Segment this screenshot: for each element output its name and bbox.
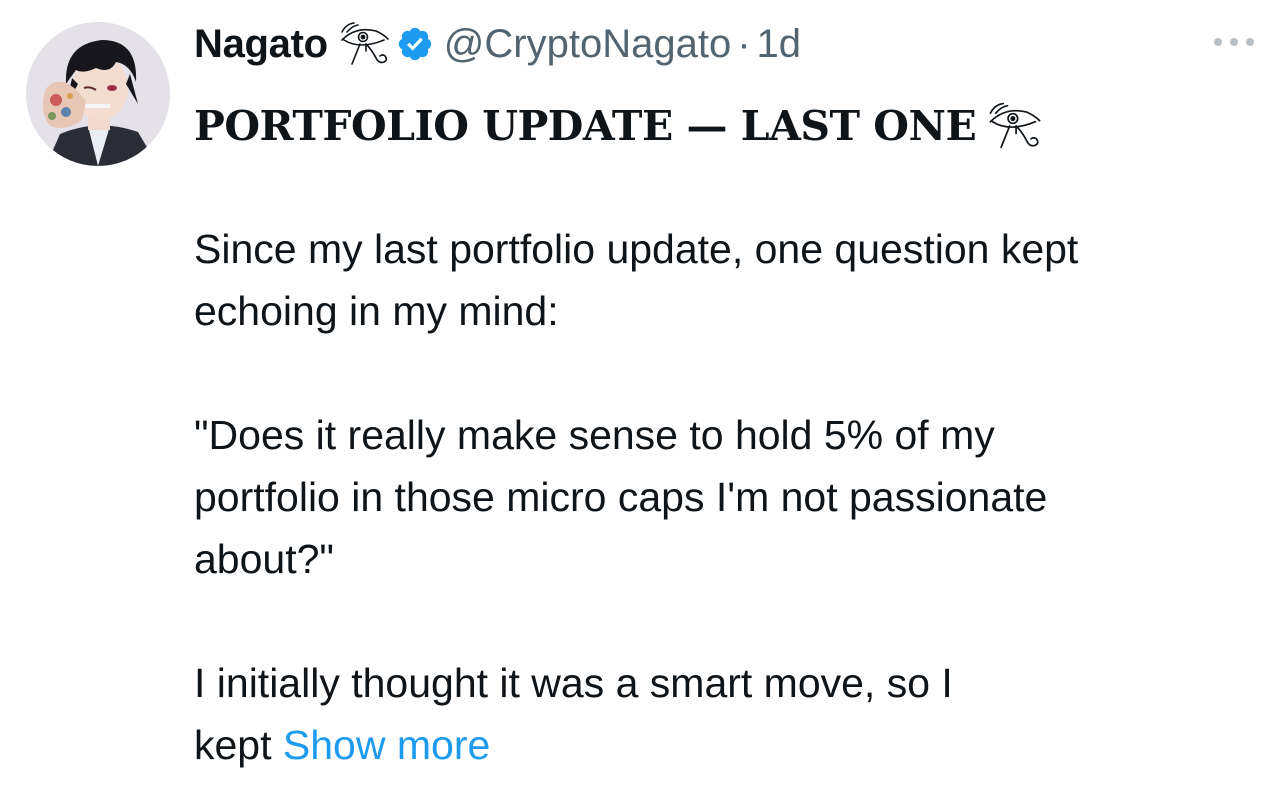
tweet-line: I initially thought it was a smart move,… bbox=[194, 660, 953, 706]
avatar[interactable] bbox=[26, 22, 170, 166]
tweet-timestamp[interactable]: 1d bbox=[757, 22, 802, 67]
tweet-line: about?" bbox=[194, 536, 334, 582]
tweet[interactable]: Nagato @CryptoNagato · 1d PORTFOLIO UPDA… bbox=[0, 0, 1284, 791]
tweet-line: Since my last portfolio update, one ques… bbox=[194, 226, 1079, 272]
more-options-icon[interactable] bbox=[1210, 30, 1258, 54]
author-handle[interactable]: @CryptoNagato bbox=[444, 22, 731, 67]
headline-text: PORTFOLIO UPDATE — LAST ONE bbox=[194, 102, 977, 150]
tweet-line: "Does it really make sense to hold 5% of… bbox=[194, 412, 995, 458]
tweet-paragraph-1: Since my last portfolio update, one ques… bbox=[194, 218, 1078, 342]
tweet-line: echoing in my mind: bbox=[194, 288, 559, 334]
tweet-line-last: kept Show more bbox=[194, 714, 953, 776]
tweet-line: portfolio in those micro caps I'm not pa… bbox=[194, 474, 1048, 520]
separator-dot: · bbox=[737, 21, 751, 66]
verified-badge-icon bbox=[396, 25, 434, 63]
eye-of-horus-icon bbox=[336, 20, 394, 68]
display-name[interactable]: Nagato bbox=[194, 22, 328, 67]
eye-of-horus-icon bbox=[984, 100, 1046, 152]
tweet-paragraph-3: I initially thought it was a smart move,… bbox=[194, 652, 953, 776]
tweet-paragraph-2: "Does it really make sense to hold 5% of… bbox=[194, 404, 1047, 590]
tweet-headline: PORTFOLIO UPDATE — LAST ONE bbox=[194, 96, 1046, 156]
tweet-header: Nagato @CryptoNagato · 1d bbox=[194, 14, 801, 74]
show-more-link[interactable]: Show more bbox=[283, 722, 490, 768]
tweet-line-text: kept bbox=[194, 722, 272, 768]
